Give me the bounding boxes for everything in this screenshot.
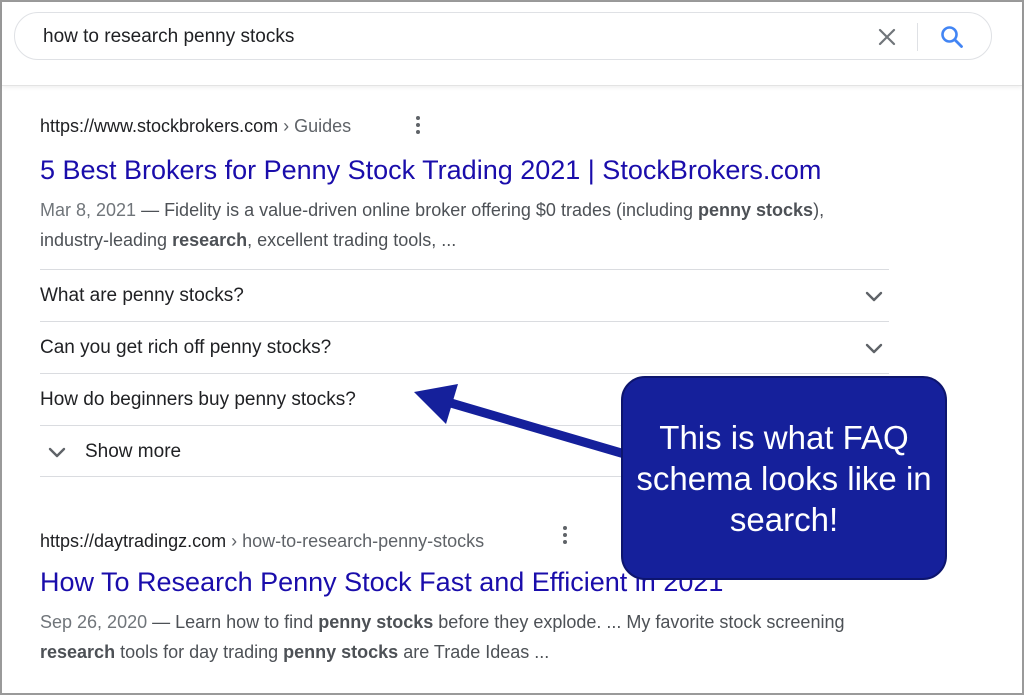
- annotation-arrow: [414, 384, 633, 460]
- annotation-callout: This is what FAQ schema looks like in se…: [621, 376, 947, 580]
